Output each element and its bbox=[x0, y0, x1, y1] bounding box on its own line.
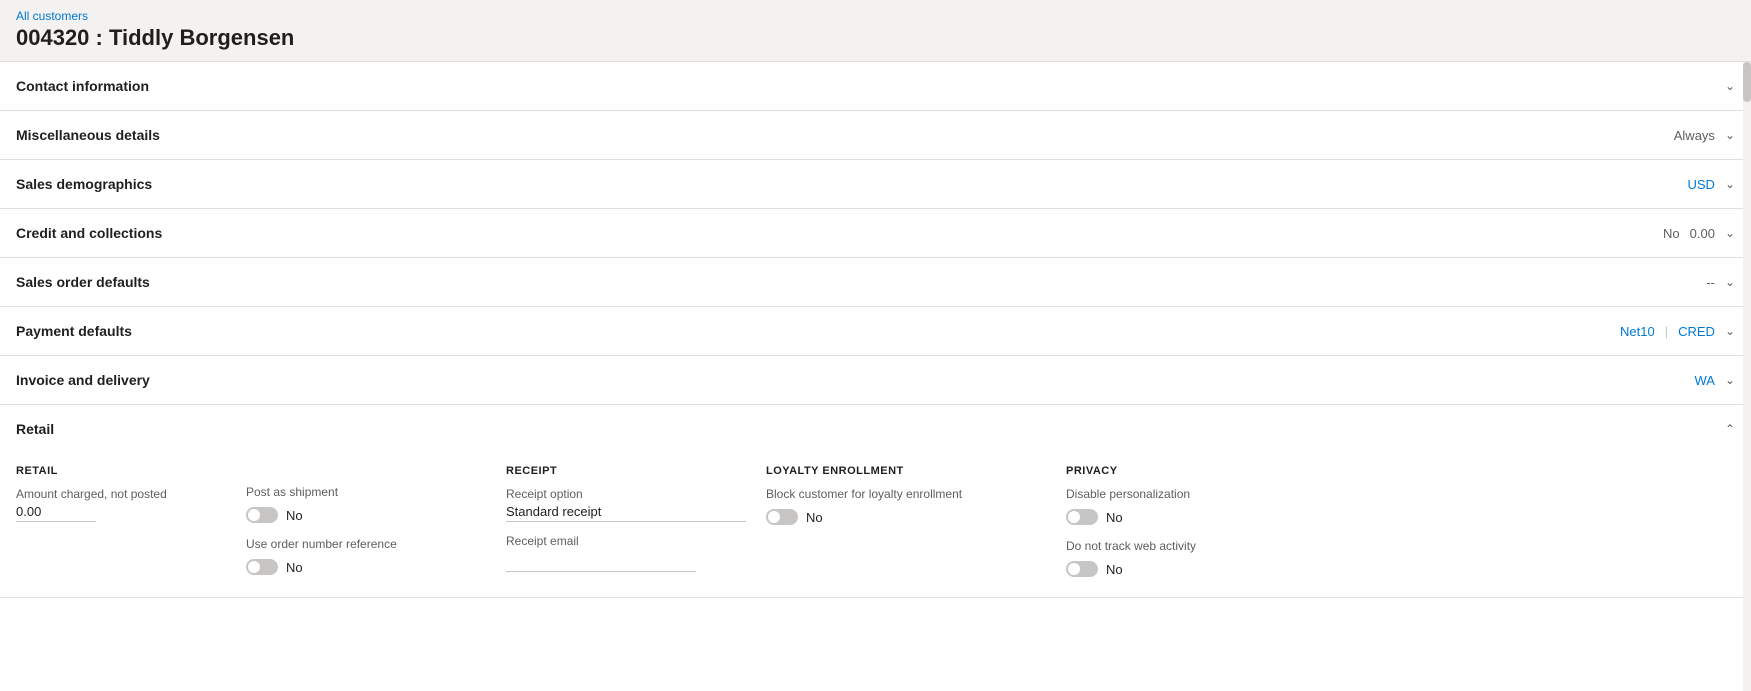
post-shipment-value: No bbox=[286, 508, 303, 523]
credit-collections-title: Credit and collections bbox=[16, 225, 162, 241]
accordion-credit-collections: Credit and collections No 0.00 ⌄ bbox=[0, 209, 1751, 258]
sales-order-defaults-title: Sales order defaults bbox=[16, 274, 150, 290]
miscellaneous-details-right: Always ⌄ bbox=[1674, 128, 1735, 143]
payment-defaults-chevron: ⌄ bbox=[1725, 324, 1735, 338]
breadcrumb-link[interactable]: All customers bbox=[16, 9, 88, 23]
credit-collections-no: No bbox=[1663, 226, 1680, 241]
scrollbar-track bbox=[1743, 62, 1751, 691]
accordion-invoice-delivery: Invoice and delivery WA ⌄ bbox=[0, 356, 1751, 405]
sales-demographics-right: USD ⌄ bbox=[1687, 177, 1735, 192]
sales-order-defaults-header[interactable]: Sales order defaults -- ⌄ bbox=[0, 258, 1751, 306]
invoice-delivery-chevron: ⌄ bbox=[1725, 373, 1735, 387]
retail-expanded: RETAIL Amount charged, not posted 0.00 P… bbox=[0, 453, 1751, 597]
payment-defaults-cred: CRED bbox=[1678, 324, 1715, 339]
disable-personalization-toggle-row: No bbox=[1066, 509, 1346, 525]
do-not-track-toggle-row: No bbox=[1066, 561, 1346, 577]
contact-information-chevron: ⌄ bbox=[1725, 79, 1735, 93]
sales-order-defaults-chevron: ⌄ bbox=[1725, 275, 1735, 289]
retail-col4-header: LOYALTY ENROLLMENT bbox=[766, 465, 1046, 477]
do-not-track-value: No bbox=[1106, 562, 1123, 577]
miscellaneous-details-summary: Always bbox=[1674, 128, 1715, 143]
invoice-delivery-header[interactable]: Invoice and delivery WA ⌄ bbox=[0, 356, 1751, 404]
invoice-delivery-title: Invoice and delivery bbox=[16, 372, 150, 388]
invoice-delivery-right: WA ⌄ bbox=[1694, 373, 1735, 388]
payment-defaults-separator: | bbox=[1665, 324, 1668, 339]
retail-title: Retail bbox=[16, 421, 54, 437]
contact-information-header[interactable]: Contact information ⌄ bbox=[0, 62, 1751, 110]
sales-demographics-header[interactable]: Sales demographics USD ⌄ bbox=[0, 160, 1751, 208]
page-header: All customers 004320 : Tiddly Borgensen bbox=[0, 0, 1751, 62]
page-title: 004320 : Tiddly Borgensen bbox=[16, 25, 1735, 51]
page-container: All customers 004320 : Tiddly Borgensen … bbox=[0, 0, 1751, 691]
do-not-track-label: Do not track web activity bbox=[1066, 539, 1346, 553]
accordion-retail: Retail ⌃ RETAIL Amount charged, not post… bbox=[0, 405, 1751, 598]
retail-col2: Post as shipment No Use order number ref… bbox=[246, 465, 506, 577]
miscellaneous-details-title: Miscellaneous details bbox=[16, 127, 160, 143]
post-shipment-label: Post as shipment bbox=[246, 485, 486, 499]
credit-collections-chevron: ⌄ bbox=[1725, 226, 1735, 240]
retail-col1: RETAIL Amount charged, not posted 0.00 bbox=[16, 465, 246, 577]
miscellaneous-details-header[interactable]: Miscellaneous details Always ⌄ bbox=[0, 111, 1751, 159]
retail-col1-header: RETAIL bbox=[16, 465, 226, 477]
disable-personalization-toggle[interactable] bbox=[1066, 509, 1098, 525]
retail-right: ⌃ bbox=[1725, 422, 1735, 436]
block-customer-value: No bbox=[806, 510, 823, 525]
block-customer-toggle-row: No bbox=[766, 509, 1046, 525]
receipt-option-value[interactable]: Standard receipt bbox=[506, 504, 746, 522]
sales-demographics-chevron: ⌄ bbox=[1725, 177, 1735, 191]
miscellaneous-details-chevron: ⌄ bbox=[1725, 128, 1735, 142]
content-area: Contact information ⌄ Miscellaneous deta… bbox=[0, 62, 1751, 691]
use-order-number-label: Use order number reference bbox=[246, 537, 486, 551]
credit-collections-right: No 0.00 ⌄ bbox=[1663, 226, 1735, 241]
retail-col5-header: PRIVACY bbox=[1066, 465, 1346, 477]
payment-defaults-title: Payment defaults bbox=[16, 323, 132, 339]
scrollbar-thumb[interactable] bbox=[1743, 62, 1751, 102]
retail-col4: LOYALTY ENROLLMENT Block customer for lo… bbox=[766, 465, 1066, 577]
retail-col3: RECEIPT Receipt option Standard receipt … bbox=[506, 465, 766, 577]
accordion-sales-order-defaults: Sales order defaults -- ⌄ bbox=[0, 258, 1751, 307]
contact-information-title: Contact information bbox=[16, 78, 149, 94]
accordion-sales-demographics: Sales demographics USD ⌄ bbox=[0, 160, 1751, 209]
disable-personalization-value: No bbox=[1106, 510, 1123, 525]
sales-demographics-summary: USD bbox=[1687, 177, 1714, 192]
sales-demographics-title: Sales demographics bbox=[16, 176, 152, 192]
block-customer-toggle[interactable] bbox=[766, 509, 798, 525]
use-order-number-toggle[interactable] bbox=[246, 559, 278, 575]
retail-col5: PRIVACY Disable personalization No Do no… bbox=[1066, 465, 1366, 577]
post-shipment-toggle[interactable] bbox=[246, 507, 278, 523]
contact-information-right: ⌄ bbox=[1725, 79, 1735, 93]
retail-amount-value: 0.00 bbox=[16, 504, 96, 522]
accordion-payment-defaults: Payment defaults Net10 | CRED ⌄ bbox=[0, 307, 1751, 356]
payment-defaults-right: Net10 | CRED ⌄ bbox=[1620, 324, 1735, 339]
use-order-number-value: No bbox=[286, 560, 303, 575]
credit-collections-val: 0.00 bbox=[1690, 226, 1715, 241]
retail-col3-header: RECEIPT bbox=[506, 465, 746, 477]
block-customer-label: Block customer for loyalty enrollment bbox=[766, 487, 1046, 501]
invoice-delivery-summary: WA bbox=[1694, 373, 1714, 388]
payment-defaults-header[interactable]: Payment defaults Net10 | CRED ⌄ bbox=[0, 307, 1751, 355]
retail-chevron: ⌃ bbox=[1725, 422, 1735, 436]
retail-grid: RETAIL Amount charged, not posted 0.00 P… bbox=[16, 453, 1735, 577]
do-not-track-toggle[interactable] bbox=[1066, 561, 1098, 577]
payment-defaults-net: Net10 bbox=[1620, 324, 1655, 339]
sales-order-defaults-right: -- ⌄ bbox=[1706, 275, 1735, 290]
retail-header[interactable]: Retail ⌃ bbox=[0, 405, 1751, 453]
post-shipment-toggle-row: No bbox=[246, 507, 486, 523]
receipt-email-input[interactable] bbox=[506, 552, 696, 572]
retail-amount-label: Amount charged, not posted bbox=[16, 487, 226, 501]
receipt-email-label: Receipt email bbox=[506, 534, 746, 548]
use-order-number-toggle-row: No bbox=[246, 559, 486, 575]
disable-personalization-label: Disable personalization bbox=[1066, 487, 1346, 501]
accordion-contact-information: Contact information ⌄ bbox=[0, 62, 1751, 111]
accordion-miscellaneous-details: Miscellaneous details Always ⌄ bbox=[0, 111, 1751, 160]
receipt-option-label: Receipt option bbox=[506, 487, 746, 501]
sales-order-defaults-summary: -- bbox=[1706, 275, 1715, 290]
credit-collections-header[interactable]: Credit and collections No 0.00 ⌄ bbox=[0, 209, 1751, 257]
